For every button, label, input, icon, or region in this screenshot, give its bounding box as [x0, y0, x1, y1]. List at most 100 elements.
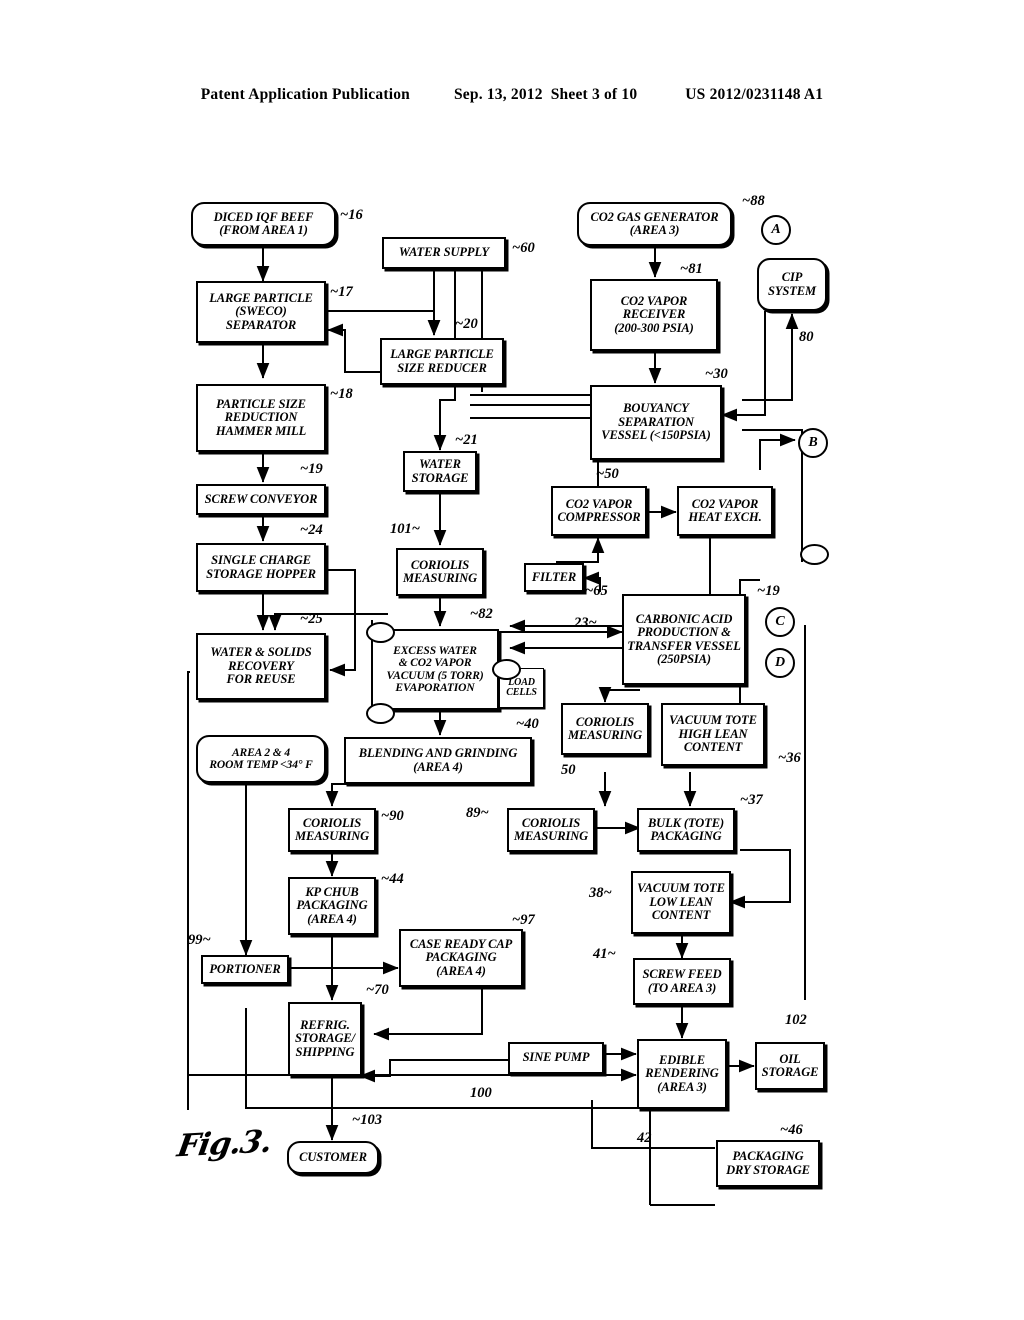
node-coriolis-measuring-89[interactable]: CORIOLIS MEASURING [507, 808, 595, 852]
ref-41: 41~ [593, 946, 616, 962]
node-portioner[interactable]: PORTIONER [201, 955, 289, 984]
node-coriolis-measuring-50[interactable]: CORIOLIS MEASURING [561, 703, 649, 755]
node-line: EDIBLE [659, 1052, 705, 1067]
ref-60: ~60 [512, 240, 535, 256]
node-line: VACUUM (5 TORR) [386, 669, 484, 682]
node-water-solids-recovery[interactable]: WATER & SOLIDS RECOVERY FOR REUSE [196, 633, 326, 700]
node-line: CORIOLIS [410, 557, 470, 572]
node-line: HAMMER MILL [215, 423, 307, 438]
node-refrigerated-storage-shipping[interactable]: REFRIG. STORAGE/ SHIPPING [288, 1002, 362, 1076]
node-blending-and-grinding[interactable]: BLENDING AND GRINDING (AREA 4) [344, 737, 532, 784]
ref-20: ~20 [455, 316, 478, 332]
ref-46: ~46 [780, 1122, 803, 1138]
node-line: MEASURING [513, 829, 589, 843]
node-vacuum-tote-low-lean[interactable]: VACUUM TOTE LOW LEAN CONTENT [631, 871, 731, 934]
node-filter[interactable]: FILTER [524, 563, 584, 592]
ref-70: ~70 [366, 982, 389, 998]
node-large-particle-separator[interactable]: LARGE PARTICLE (SWECO) SEPARATOR [196, 281, 326, 343]
node-line: CIP [781, 270, 803, 284]
connector-tag-c[interactable]: C [765, 607, 795, 637]
node-customer[interactable]: CUSTOMER [287, 1141, 379, 1174]
node-line: CARBONIC ACID [635, 611, 733, 626]
node-hammer-mill[interactable]: PARTICLE SIZE REDUCTION HAMMER MILL [196, 384, 326, 452]
node-line: WATER [419, 457, 461, 471]
node-cip-system[interactable]: CIP SYSTEM [757, 258, 827, 311]
node-water-storage[interactable]: WATER STORAGE [403, 451, 477, 492]
ref-100: 100 [470, 1085, 492, 1101]
ref-89: 89~ [466, 805, 489, 821]
node-case-ready-cap-packaging[interactable]: CASE READY CAP PACKAGING (AREA 4) [399, 929, 523, 987]
node-line: CONTENT [683, 740, 743, 755]
node-line: (AREA 3) [657, 1079, 707, 1094]
node-line: STORAGE HOPPER [206, 566, 316, 581]
connector-tag-b[interactable]: B [798, 428, 828, 458]
node-line: (AREA 4) [413, 759, 463, 774]
ref-19b: ~19 [757, 583, 780, 599]
valve-symbol-right[interactable] [492, 659, 521, 680]
node-line: CONTENT [651, 908, 711, 923]
node-excess-water-co2-vacuum-evaporation[interactable]: EXCESS WATER & CO2 VAPOR VACUUM (5 TORR)… [371, 629, 499, 710]
node-line: DICED IQF BEEF [213, 209, 314, 224]
valve-symbol-bottom-left[interactable] [366, 703, 395, 724]
node-screw-feed-to-area-3[interactable]: SCREW FEED (TO AREA 3) [633, 958, 731, 1005]
node-line: SCREW CONVEYOR [204, 491, 318, 506]
ref-18: ~18 [330, 386, 353, 402]
connector-tag-d[interactable]: D [765, 648, 795, 678]
valve-symbol-far-right[interactable] [800, 544, 829, 565]
node-water-supply[interactable]: WATER SUPPLY [382, 237, 506, 269]
node-line: PARTICLE SIZE [216, 396, 306, 411]
ref-50-compressor: ~50 [596, 466, 619, 482]
node-line: (AREA 4) [436, 963, 486, 978]
node-packaging-dry-storage[interactable]: PACKAGING DRY STORAGE [716, 1140, 820, 1187]
node-line: KP CHUB [305, 884, 359, 899]
ref-102: 102 [785, 1012, 807, 1028]
ref-101: 101~ [390, 521, 421, 537]
node-large-particle-size-reducer[interactable]: LARGE PARTICLE SIZE REDUCER [380, 338, 504, 385]
node-line: SHIPPING [295, 1044, 355, 1059]
node-co2-vapor-compressor[interactable]: CO2 VAPOR COMPRESSOR [551, 486, 647, 536]
node-diced-iqf-beef[interactable]: DICED IQF BEEF (FROM AREA 1) [191, 202, 336, 246]
ref-40: ~40 [516, 716, 539, 732]
node-coriolis-measuring-101[interactable]: CORIOLIS MEASURING [396, 548, 484, 596]
node-line: VESSEL (<150PSIA) [601, 428, 711, 443]
ref-19: ~19 [300, 461, 323, 477]
node-co2-gas-generator[interactable]: CO2 GAS GENERATOR (AREA 3) [577, 202, 732, 246]
node-line: EVAPORATION [395, 681, 475, 694]
node-line: LARGE PARTICLE [209, 290, 313, 305]
valve-symbol-top-left[interactable] [366, 622, 395, 643]
node-edible-rendering[interactable]: EDIBLE RENDERING (AREA 3) [637, 1039, 727, 1109]
ref-38: 38~ [589, 885, 612, 901]
node-area-2-and-4-room-temp[interactable]: AREA 2 & 4 ROOM TEMP <34° F [196, 735, 326, 783]
node-kp-chub-packaging[interactable]: KP CHUB PACKAGING (AREA 4) [288, 877, 376, 935]
node-screw-conveyor[interactable]: SCREW CONVEYOR [196, 484, 326, 515]
node-line: LARGE PARTICLE [390, 347, 494, 361]
node-line: LOW LEAN [649, 894, 713, 909]
node-line: SIZE REDUCER [397, 360, 487, 375]
node-line: SEPARATION [618, 414, 694, 429]
node-single-charge-hopper[interactable]: SINGLE CHARGE STORAGE HOPPER [196, 543, 326, 592]
node-carbonic-acid-production-transfer-vessel[interactable]: CARBONIC ACID PRODUCTION & TRANSFER VESS… [622, 594, 746, 685]
node-line: BLENDING AND GRINDING [358, 746, 518, 760]
ref-80: 80 [799, 329, 814, 345]
node-co2-vapor-heat-exchanger[interactable]: CO2 VAPOR HEAT EXCH. [677, 486, 773, 536]
node-line: SYSTEM [767, 283, 817, 298]
node-line: RECEIVER [622, 307, 686, 322]
node-line: SINE PUMP [522, 1050, 590, 1065]
node-oil-storage[interactable]: OIL STORAGE [755, 1042, 825, 1090]
node-line: CUSTOMER [299, 1149, 367, 1164]
node-vacuum-tote-high-lean[interactable]: VACUUM TOTE HIGH LEAN CONTENT [661, 703, 765, 766]
node-co2-vapor-receiver[interactable]: CO2 VAPOR RECEIVER (200-300 PSIA) [590, 279, 718, 351]
node-bouyancy-separation-vessel[interactable]: BOUYANCY SEPARATION VESSEL (<150PSIA) [590, 385, 722, 460]
ref-42: 42 [637, 1130, 652, 1146]
node-line: CORIOLIS [302, 815, 362, 830]
node-line: BOUYANCY [623, 401, 689, 416]
node-line: ROOM TEMP <34° F [209, 759, 313, 771]
ref-25: ~25 [300, 611, 323, 627]
node-coriolis-measuring-90[interactable]: CORIOLIS MEASURING [288, 808, 376, 852]
ref-99: 99~ [188, 932, 211, 948]
node-line: WATER & SOLIDS [210, 645, 312, 660]
node-bulk-tote-packaging[interactable]: BULK (TOTE) PACKAGING [637, 808, 735, 852]
node-line: TRANSFER VESSEL [627, 638, 741, 653]
connector-tag-a[interactable]: A [761, 215, 791, 245]
node-sine-pump[interactable]: SINE PUMP [508, 1042, 604, 1074]
